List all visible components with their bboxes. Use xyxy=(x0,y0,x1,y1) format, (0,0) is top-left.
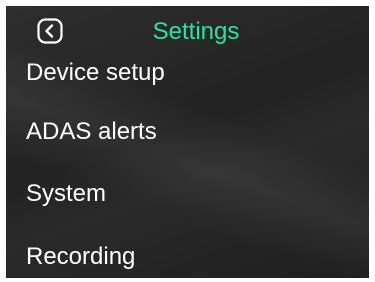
back-button[interactable] xyxy=(37,18,63,44)
menu-item-label: Device setup xyxy=(26,59,165,86)
menu-item-label: Recording xyxy=(26,243,136,270)
menu-item-adas-alerts[interactable]: ADAS alerts xyxy=(6,107,369,157)
menu-item-label: System xyxy=(26,180,107,207)
chevron-left-icon xyxy=(37,18,63,44)
menu-item-recording[interactable]: Recording xyxy=(6,232,369,278)
page-title: Settings xyxy=(152,18,240,45)
header-bar: Settings xyxy=(6,6,369,54)
menu-item-label: ADAS alerts xyxy=(26,118,157,145)
settings-screen: Settings Device setup ADAS alerts System… xyxy=(6,6,369,278)
menu-item-system[interactable]: System xyxy=(6,169,369,219)
menu-item-device-setup[interactable]: Device setup xyxy=(6,48,369,98)
